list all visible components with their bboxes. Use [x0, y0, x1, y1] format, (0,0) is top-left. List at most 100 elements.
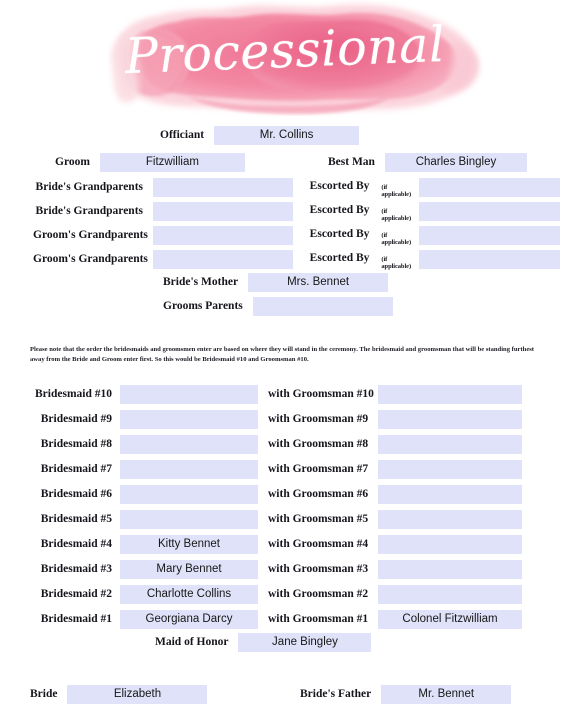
groom-row: Groom Fitzwilliam [55, 153, 245, 172]
groomsman-field[interactable]: Colonel Fitzwilliam [378, 610, 522, 629]
bridesmaid-label: Bridesmaid #8 [40, 438, 112, 450]
grooms-parents-label: Grooms Parents [163, 300, 243, 312]
groomsman-label: with Groomsman #1 [268, 613, 369, 625]
grandparents-field[interactable] [153, 178, 293, 197]
wedding-party-row: Bridesmaid #5 with Groomsman #5 [30, 510, 522, 529]
brides-mother-label: Bride's Mother [163, 276, 239, 288]
wedding-party-row: Bridesmaid #6 with Groomsman #6 [30, 485, 522, 504]
bride-row: Bride Elizabeth [30, 685, 208, 704]
groomsman-label: with Groomsman #7 [268, 463, 369, 475]
escorted-by-label: Escorted By [309, 180, 370, 192]
escorted-by-note: (if applicable) [381, 232, 412, 246]
bridesmaid-label: Bridesmaid #2 [40, 588, 112, 600]
header-banner: Processional [0, 0, 570, 118]
bridesmaid-field[interactable] [120, 410, 258, 429]
bridesmaid-field[interactable] [120, 485, 258, 504]
wedding-party-row: Bridesmaid #1 Georgiana Darcy with Groomsm… [30, 610, 522, 629]
watercolor-graphic [111, 4, 479, 114]
groom-field[interactable]: Fitzwilliam [99, 153, 245, 172]
bridesmaid-field[interactable] [120, 435, 258, 454]
escorted-by-note: (if applicable) [381, 184, 412, 198]
grandparents-label: Bride's Grandparents [35, 181, 143, 193]
grandparents-row: Groom's Grandparents Escorted By (if appli… [33, 225, 560, 246]
bridesmaid-label: Bridesmaid #7 [40, 463, 112, 475]
maid-of-honor-field[interactable]: Jane Bingley [238, 633, 372, 652]
bridesmaid-label: Bridesmaid #3 [40, 563, 112, 575]
bridesmaid-label: Bridesmaid #1 [40, 613, 112, 625]
wedding-party-row: Bridesmaid #3 Mary Bennet with Groomsman #… [30, 560, 522, 579]
bridesmaid-label: Bridesmaid #9 [40, 413, 112, 425]
brides-father-row: Bride's Father Mr. Bennet [300, 685, 512, 704]
maid-of-honor-label: Maid of Honor [155, 636, 229, 648]
escorted-by-group: Escorted By (if applicable) [293, 249, 419, 270]
escorted-by-field[interactable] [419, 226, 560, 245]
grandparents-field[interactable] [153, 226, 293, 245]
escorted-by-field[interactable] [419, 250, 560, 269]
processional-order-note: Please note that the order the bridesmai… [30, 346, 535, 363]
groomsman-field[interactable] [378, 535, 522, 554]
groomsman-label: with Groomsman #4 [268, 538, 369, 550]
groomsman-field[interactable] [378, 460, 522, 479]
wedding-party-row: Bridesmaid #7 with Groomsman #7 [30, 460, 522, 479]
best-man-field[interactable]: Charles Bingley [384, 153, 527, 172]
best-man-label: Best Man [328, 156, 375, 168]
brides-father-label: Bride's Father [300, 688, 372, 700]
officiant-field[interactable]: Mr. Collins [214, 126, 360, 145]
bridesmaid-field[interactable] [120, 460, 258, 479]
bridesmaid-field[interactable]: Mary Bennet [120, 560, 258, 579]
groomsman-label: with Groomsman #3 [268, 563, 369, 575]
brides-father-field[interactable]: Mr. Bennet [381, 685, 512, 704]
bride-field[interactable]: Elizabeth [67, 685, 208, 704]
bridesmaid-label: Bridesmaid #6 [40, 488, 112, 500]
bridesmaid-label: Bridesmaid #5 [40, 513, 112, 525]
wedding-party-row: Bridesmaid #9 with Groomsman #9 [30, 410, 522, 429]
grandparents-label: Groom's Grandparents [33, 253, 148, 265]
groom-label: Groom [55, 156, 90, 168]
groomsman-field[interactable] [378, 385, 522, 404]
grandparents-label: Groom's Grandparents [33, 229, 148, 241]
bridesmaid-field[interactable] [120, 385, 258, 404]
groomsman-label: with Groomsman #9 [268, 413, 369, 425]
escorted-by-label: Escorted By [309, 204, 370, 216]
grandparents-field[interactable] [153, 250, 293, 269]
escorted-by-group: Escorted By (if applicable) [293, 177, 419, 198]
bridesmaid-label: Bridesmaid #4 [40, 538, 112, 550]
officiant-label: Officiant [160, 129, 205, 141]
escorted-by-note: (if applicable) [381, 208, 412, 222]
brides-mother-row: Bride's Mother Mrs. Bennet [163, 273, 389, 292]
bridesmaid-field[interactable]: Kitty Bennet [120, 535, 258, 554]
bridesmaid-field[interactable]: Charlotte Collins [120, 585, 258, 604]
groomsman-label: with Groomsman #8 [268, 438, 369, 450]
grandparents-label: Bride's Grandparents [35, 205, 143, 217]
escorted-by-label: Escorted By [309, 228, 370, 240]
groomsman-field[interactable] [378, 410, 522, 429]
bride-label: Bride [30, 688, 58, 700]
brides-mother-field[interactable]: Mrs. Bennet [248, 273, 389, 292]
groomsman-label: with Groomsman #5 [268, 513, 369, 525]
escorted-by-group: Escorted By (if applicable) [293, 225, 419, 246]
wedding-party-row: Bridesmaid #4 Kitty Bennet with Groomsman … [30, 535, 522, 554]
bridesmaid-field[interactable] [120, 510, 258, 529]
grandparents-row: Groom's Grandparents Escorted By (if appli… [33, 249, 560, 270]
groomsman-field[interactable] [378, 585, 522, 604]
grooms-parents-field[interactable] [252, 297, 393, 316]
wedding-party-row: Bridesmaid #2 Charlotte Collins with Groom… [30, 585, 522, 604]
escorted-by-label: Escorted By [309, 252, 370, 264]
maid-of-honor-row: Maid of Honor Jane Bingley [155, 633, 372, 652]
grandparents-field[interactable] [153, 202, 293, 221]
escorted-by-group: Escorted By (if applicable) [293, 201, 419, 222]
groomsman-field[interactable] [378, 435, 522, 454]
escorted-by-note: (if applicable) [381, 256, 412, 270]
escorted-by-field[interactable] [419, 178, 560, 197]
groomsman-field[interactable] [378, 510, 522, 529]
groomsman-label: with Groomsman #6 [268, 488, 369, 500]
wedding-party-row: Bridesmaid #8 with Groomsman #8 [30, 435, 522, 454]
escorted-by-field[interactable] [419, 202, 560, 221]
grandparents-row: Bride's Grandparents Escorted By (if appli… [33, 177, 560, 198]
groomsman-label: with Groomsman #2 [268, 588, 369, 600]
bridesmaid-field[interactable]: Georgiana Darcy [120, 610, 258, 629]
groomsman-field[interactable] [378, 560, 522, 579]
groomsman-field[interactable] [378, 485, 522, 504]
officiant-row: Officiant Mr. Collins [160, 126, 360, 145]
bridesmaid-label: Bridesmaid #10 [35, 388, 112, 400]
